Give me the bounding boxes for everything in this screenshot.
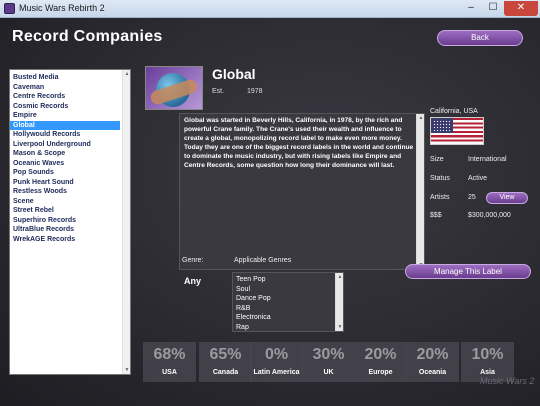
market-share-region: USA: [162, 369, 177, 376]
company-list-scrollbar[interactable]: ▲ ▼: [122, 70, 130, 374]
label-description: Global was started in Beverly Hills, Cal…: [184, 117, 414, 169]
status-label: Status: [430, 175, 450, 182]
scroll-up-icon[interactable]: ▲: [337, 274, 343, 280]
scroll-down-icon[interactable]: ▼: [124, 367, 130, 373]
applicable-genres-label: Applicable Genres: [234, 257, 292, 264]
est-year: 1978: [247, 88, 263, 95]
company-list-item[interactable]: Mason & Scope: [10, 149, 120, 159]
est-label: Est.: [212, 88, 225, 95]
genre-label: Genre:: [182, 257, 204, 264]
company-list-item[interactable]: Restless Woods: [10, 187, 120, 197]
market-share-region: UK: [323, 369, 334, 376]
money-label: $$$: [430, 212, 442, 219]
company-list-item[interactable]: Global: [10, 120, 120, 130]
label-description-box[interactable]: Global was started in Beverly Hills, Cal…: [179, 113, 425, 270]
app-content: Record Companies Back Busted Media Cavema…: [0, 18, 540, 406]
market-share-tile: 20% Europe: [354, 342, 407, 382]
company-list-items: Busted Media Caveman Centre Records Cosmic …: [10, 70, 130, 244]
size-label: Size: [430, 156, 444, 163]
close-button[interactable]: ✕: [504, 1, 538, 16]
genre-list-item[interactable]: Rap: [236, 323, 343, 331]
market-share-tile: 0% Latin America: [250, 342, 303, 382]
us-flag-icon: [430, 117, 484, 145]
scroll-up-icon[interactable]: ▲: [124, 71, 130, 77]
label-name: Global: [212, 66, 256, 82]
genre-list-item[interactable]: R&B: [236, 304, 343, 314]
maximize-button[interactable]: ☐: [482, 1, 504, 16]
genre-list-item[interactable]: Dance Pop: [236, 294, 343, 304]
company-list-item[interactable]: Cosmic Records: [10, 102, 120, 112]
market-share-tile: 68% USA: [143, 342, 196, 382]
artists-label: Artists: [430, 194, 450, 201]
window-titlebar: Music Wars Rebirth 2 – ☐ ✕: [0, 0, 540, 18]
manage-label-button[interactable]: Manage This Label: [405, 264, 531, 279]
company-list-item[interactable]: Pop Sounds: [10, 168, 120, 178]
market-share-tile: 20% Oceania: [406, 342, 459, 382]
artists-value: 25: [468, 194, 476, 201]
scroll-up-icon[interactable]: ▲: [418, 115, 424, 121]
scroll-down-icon[interactable]: ▼: [337, 324, 343, 330]
company-list-item[interactable]: UltraBlue Records: [10, 225, 120, 235]
size-value: International: [468, 156, 507, 163]
genre-list-item[interactable]: Teen Pop: [236, 275, 343, 285]
company-list-item[interactable]: Centre Records: [10, 92, 120, 102]
genre-list-items: Teen Pop Soul Dance Pop R&B Electronica Rap: [233, 273, 343, 331]
market-share-region: Oceania: [418, 369, 447, 376]
company-list-item[interactable]: Busted Media: [10, 73, 120, 83]
genre-list-item[interactable]: Soul: [236, 285, 343, 295]
company-list-item[interactable]: Empire: [10, 111, 120, 121]
market-share-percent: 20%: [364, 346, 397, 363]
market-share-percent: 30%: [312, 346, 345, 363]
genre-list-item[interactable]: Electronica: [236, 313, 343, 323]
market-share-percent: 20%: [416, 346, 449, 363]
market-share-percent: 0%: [264, 346, 289, 363]
genre-selected[interactable]: Any: [184, 276, 201, 286]
label-logo: [145, 66, 203, 110]
market-share-region: Europe: [368, 369, 393, 376]
company-list-item[interactable]: Superhiro Records: [10, 216, 120, 226]
market-share-percent: 10%: [471, 346, 504, 363]
genre-list[interactable]: Teen Pop Soul Dance Pop R&B Electronica Rap ▲…: [232, 272, 344, 332]
company-list-item[interactable]: Oceanic Waves: [10, 159, 120, 169]
money-value: $300,000,000: [468, 212, 511, 219]
market-share-tile: 30% UK: [302, 342, 355, 382]
company-list-item[interactable]: Hollywould Records: [10, 130, 120, 140]
market-share-region: Asia: [480, 369, 495, 376]
market-share-region: Latin America: [253, 369, 300, 376]
market-share-percent: 65%: [209, 346, 242, 363]
app-icon: [4, 3, 15, 14]
company-list[interactable]: Busted Media Caveman Centre Records Cosmic …: [9, 69, 131, 375]
page-title: Record Companies: [12, 28, 163, 45]
company-list-item[interactable]: Street Rebel: [10, 206, 120, 216]
company-list-item[interactable]: Punk Heart Sound: [10, 178, 120, 188]
status-value: Active: [468, 175, 488, 182]
market-share-region: Canada: [212, 369, 239, 376]
genre-list-scrollbar[interactable]: ▲ ▼: [335, 273, 343, 331]
label-country: California, USA: [430, 108, 478, 115]
minimize-button[interactable]: –: [460, 1, 482, 16]
window-title: Music Wars Rebirth 2: [19, 3, 105, 13]
company-list-item[interactable]: Liverpool Underground: [10, 140, 120, 150]
company-list-item[interactable]: Scene: [10, 197, 120, 207]
market-share-tile: 65% Canada: [199, 342, 252, 382]
company-list-item[interactable]: Caveman: [10, 83, 120, 93]
game-logo-watermark: Music Wars 2: [480, 376, 535, 386]
company-list-item[interactable]: WrekAGE Records: [10, 235, 120, 245]
market-share-percent: 68%: [153, 346, 186, 363]
view-artists-button[interactable]: View: [486, 192, 528, 204]
back-button[interactable]: Back: [437, 30, 523, 46]
description-scrollbar[interactable]: ▲ ▼: [416, 114, 424, 269]
